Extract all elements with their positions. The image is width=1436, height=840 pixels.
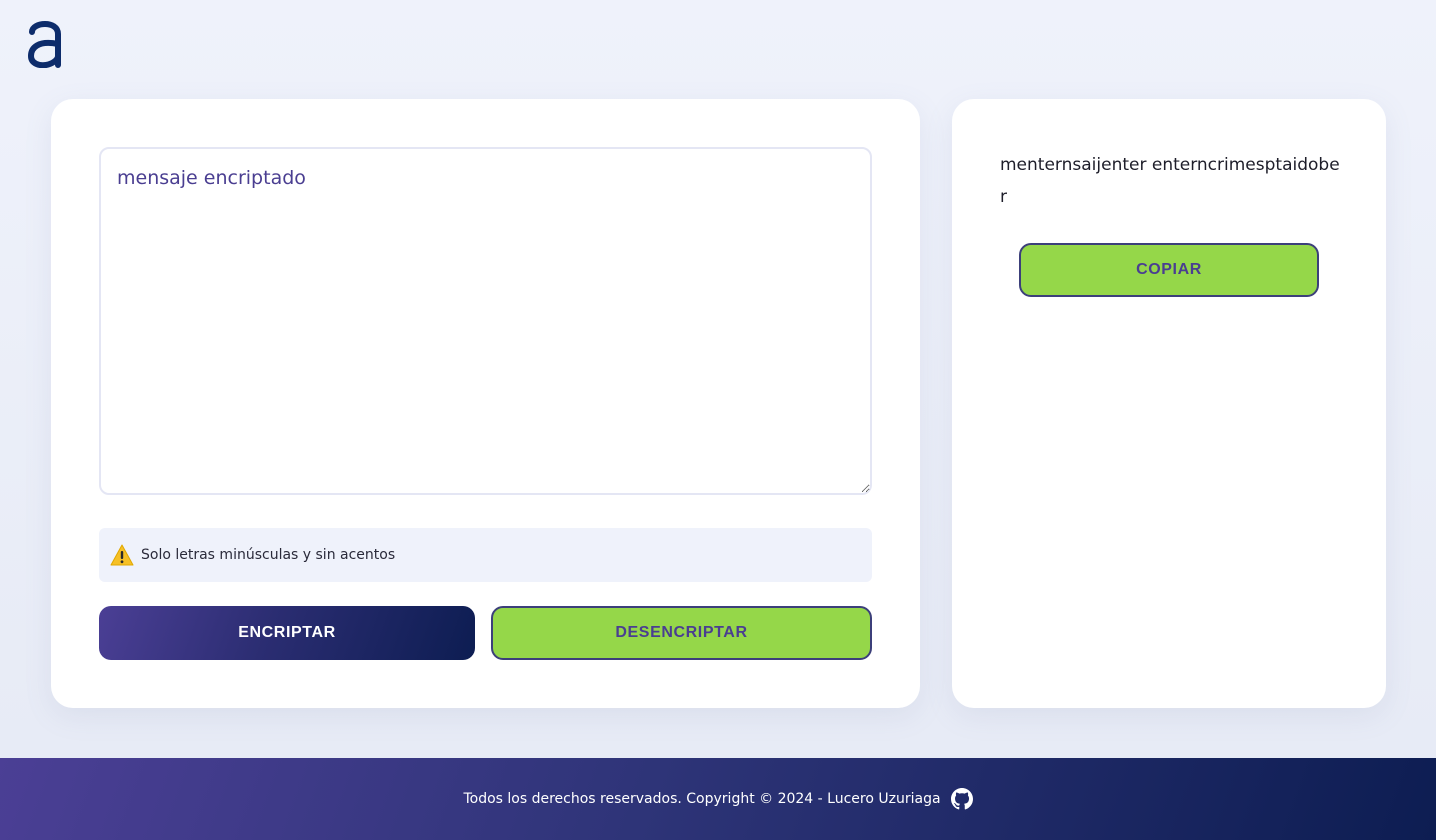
input-panel: Solo letras minúsculas y sin acentos ENC… [51, 99, 920, 708]
warning-text: Solo letras minúsculas y sin acentos [141, 547, 396, 563]
warning-notice: Solo letras minúsculas y sin acentos [99, 528, 872, 582]
output-panel: menternsaijenter enterncrimesptaidober C… [952, 99, 1386, 708]
copy-button[interactable]: COPIAR [1019, 243, 1319, 297]
footer: Todos los derechos reservados. Copyright… [0, 758, 1436, 840]
output-result-text: menternsaijenter enterncrimesptaidober [1000, 155, 1340, 207]
github-icon[interactable] [950, 788, 973, 810]
encrypt-button[interactable]: ENCRIPTAR [99, 606, 475, 660]
alura-logo-icon[interactable] [27, 18, 62, 69]
decrypt-button[interactable]: DESENCRIPTAR [491, 606, 872, 660]
warning-icon [110, 544, 134, 566]
footer-copyright-text: Todos los derechos reservados. Copyright… [463, 791, 941, 807]
message-input[interactable] [99, 147, 872, 495]
